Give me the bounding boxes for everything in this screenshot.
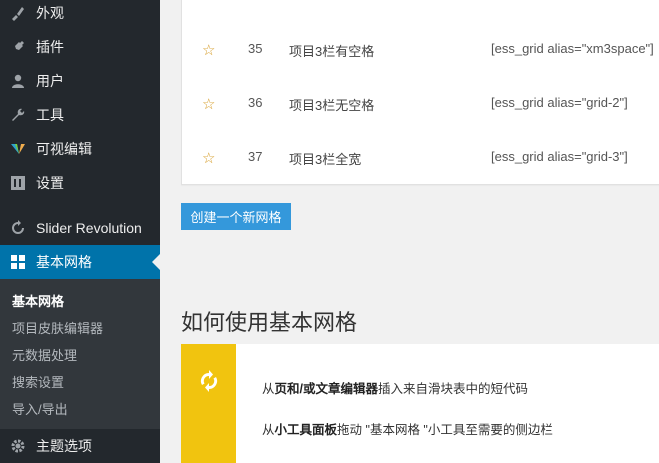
grid-icon [0, 254, 36, 270]
info-icon-block [181, 344, 236, 463]
star-icon[interactable]: ☆ [202, 95, 215, 113]
menu-label: 可视编辑 [36, 141, 92, 157]
submenu: 基本网格 项目皮肤编辑器 元数据处理 搜索设置 导入/导出 [0, 279, 160, 429]
submenu-item-skin-editor[interactable]: 项目皮肤编辑器 [12, 318, 103, 337]
refresh-icon [0, 220, 36, 236]
gear-icon [0, 438, 36, 454]
grid-id: 36 [248, 95, 263, 110]
visual-composer-icon [0, 141, 36, 157]
table-row[interactable]: ☆ 35 项目3栏有空格 [ess_grid alias="xm3space"] [182, 41, 659, 95]
menu-label: Slider Revolution [36, 220, 142, 236]
menu-label: 外观 [36, 5, 64, 21]
grid-shortcode: [ess_grid alias="xm3space"] [491, 41, 654, 56]
admin-sidebar: 外观 插件 用户 工具 可视编辑 设置 Slider Revolution 基本… [0, 0, 160, 463]
plug-icon [0, 39, 36, 55]
menu-item-plugins[interactable]: 插件 [0, 30, 160, 64]
submenu-item-meta-data[interactable]: 元数据处理 [12, 345, 77, 364]
grid-id: 35 [248, 41, 263, 56]
menu-item-visual-editor[interactable]: 可视编辑 [0, 132, 160, 166]
menu-label: 工具 [36, 107, 64, 123]
menu-item-users[interactable]: 用户 [0, 64, 160, 98]
settings-icon [0, 175, 36, 191]
menu-label: 设置 [36, 175, 64, 191]
submenu-item-search-settings[interactable]: 搜索设置 [12, 372, 64, 391]
active-arrow [152, 254, 160, 270]
grid-shortcode: [ess_grid alias="grid-2"] [491, 95, 628, 110]
how-to-card: 从页和/或文章编辑器插入来自滑块表中的短代码 从小工具面板拖动 "基本网格 "小… [181, 344, 659, 463]
menu-item-settings[interactable]: 设置 [0, 166, 160, 200]
menu-label: 基本网格 [36, 254, 92, 270]
brush-icon [0, 5, 36, 21]
refresh-icon [198, 370, 220, 397]
star-icon[interactable]: ☆ [202, 149, 215, 167]
grid-id: 37 [248, 149, 263, 164]
table-row[interactable]: ☆ 37 项目3栏全宽 [ess_grid alias="grid-3"] [182, 149, 659, 203]
menu-item-slider-revolution[interactable]: Slider Revolution [0, 211, 160, 245]
menu-item-theme-options[interactable]: 主题选项 [0, 429, 160, 463]
grid-title[interactable]: 项目3栏有空格 [289, 41, 374, 60]
grid-title[interactable]: 项目3栏全宽 [289, 149, 361, 168]
menu-label: 主题选项 [36, 438, 92, 454]
menu-item-appearance[interactable]: 外观 [0, 0, 160, 30]
grid-table: ☆ 35 项目3栏有空格 [ess_grid alias="xm3space"]… [181, 0, 659, 185]
table-row[interactable]: ☆ 36 项目3栏无空格 [ess_grid alias="grid-2"] [182, 95, 659, 149]
submenu-item-essential-grid[interactable]: 基本网格 [12, 291, 64, 310]
menu-item-essential-grid[interactable]: 基本网格 [0, 245, 160, 279]
menu-label: 用户 [36, 73, 64, 89]
menu-item-tools[interactable]: 工具 [0, 98, 160, 132]
info-line-editor: 从页和/或文章编辑器插入来自滑块表中的短代码 [262, 382, 529, 396]
menu-label: 插件 [36, 39, 64, 55]
user-icon [0, 73, 36, 89]
how-to-title: 如何使用基本网格 [181, 310, 358, 335]
wrench-icon [0, 107, 36, 123]
create-grid-button[interactable]: 创建一个新网格 [181, 203, 291, 230]
grid-title[interactable]: 项目3栏无空格 [289, 95, 374, 114]
info-line-widgets: 从小工具面板拖动 "基本网格 "小工具至需要的侧边栏 [262, 423, 553, 437]
grid-shortcode: [ess_grid alias="grid-3"] [491, 149, 628, 164]
submenu-item-import-export[interactable]: 导入/导出 [12, 399, 68, 418]
star-icon[interactable]: ☆ [202, 41, 215, 59]
